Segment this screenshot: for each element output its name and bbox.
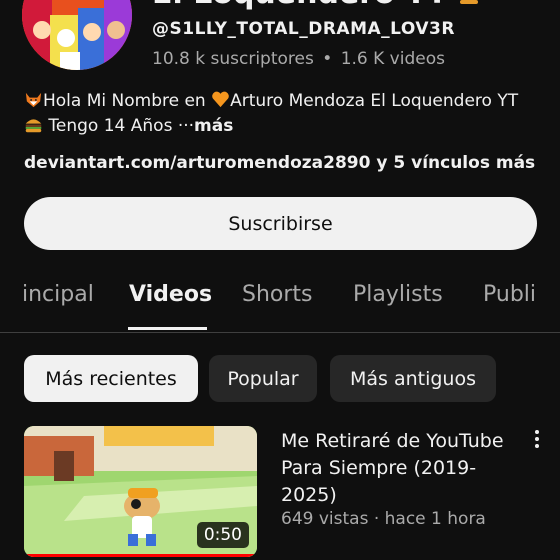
tab-playlists[interactable]: Playlists [353,282,443,307]
tabs-divider [0,332,560,333]
chip-most-recent[interactable]: Más recientes [24,355,198,402]
stats-separator: • [322,49,333,69]
tab-videos[interactable]: Videos [129,282,212,307]
active-tab-indicator [128,327,207,330]
video-thumbnail[interactable]: 0:50 [24,426,257,557]
tab-posts[interactable]: Publi [483,282,536,307]
burger-emoji-icon [25,119,42,133]
avatar-artwork [22,0,132,70]
burger-emoji-icon [459,0,478,4]
chip-popular[interactable]: Popular [209,355,317,402]
channel-tabs: incipal Videos Shorts Playlists Publi [0,270,560,332]
channel-links[interactable]: deviantart.com/arturomendoza2890 y 5 vín… [24,153,535,173]
video-title[interactable]: Me Retiraré de YouTube Para Siempre (201… [281,428,516,509]
description-part3: Tengo 14 Años ··· [43,116,195,136]
orange-heart-emoji-icon [212,91,229,108]
subscribe-button[interactable]: Suscribirse [24,197,537,250]
video-count: 1.6 K videos [340,49,445,69]
channel-name: El Loquendero YT [152,0,480,11]
channel-avatar[interactable] [22,0,132,70]
video-duration: 0:50 [196,522,249,548]
description-more-link[interactable]: más [194,116,233,136]
fox-emoji-icon [25,92,42,108]
channel-description[interactable]: Hola Mi Nombre en Arturo Mendoza El Loqu… [24,89,544,139]
watch-progress-bar [24,554,257,557]
channel-stats: 10.8 k suscriptores • 1.6 K videos [152,49,445,69]
subscriber-count: 10.8 k suscriptores [152,49,314,69]
chip-oldest[interactable]: Más antiguos [330,355,496,402]
description-part1: Hola Mi Nombre en [43,91,212,111]
video-meta: 649 vistas · hace 1 hora [281,509,486,529]
channel-page: El Loquendero YT @S1LLY_TOTAL_DRAMA_LOV3… [0,0,560,560]
tab-shorts[interactable]: Shorts [242,282,313,307]
channel-handle: @S1LLY_TOTAL_DRAMA_LOV3R [152,19,455,39]
description-part2: Arturo Mendoza El Loquendero YT [230,91,519,111]
more-options-icon[interactable] [527,426,547,452]
tab-home[interactable]: incipal [22,282,94,307]
